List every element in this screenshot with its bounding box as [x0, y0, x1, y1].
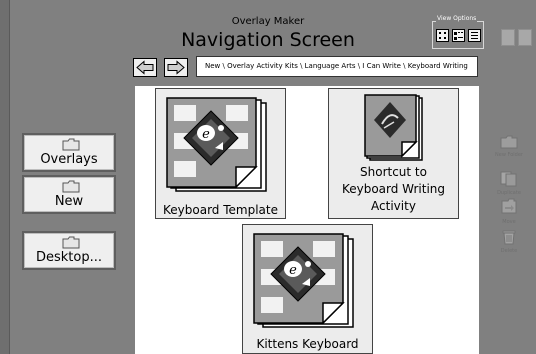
shortcut-label-line1: Shortcut to	[360, 165, 427, 179]
svg-text:e: e	[289, 263, 297, 278]
desktop-button-label: Desktop...	[35, 250, 102, 265]
large-icons-icon	[454, 32, 463, 40]
new-button-label: New	[54, 194, 84, 209]
view-options-label: View Options	[436, 15, 478, 22]
new-button[interactable]: New	[22, 175, 116, 214]
duplicate-icon	[500, 171, 517, 187]
svg-text:e: e	[202, 127, 210, 142]
new-folder-tool[interactable]: New Folder	[486, 134, 532, 158]
shortcut-label-line3: Activity	[371, 199, 416, 213]
path-breadcrumb: New \ Overlay Activity Kits \ Language A…	[196, 56, 478, 77]
move-icon	[501, 198, 517, 214]
back-button[interactable]	[133, 58, 157, 77]
overlay-file-icon: e	[253, 233, 354, 328]
list-view-button[interactable]	[468, 29, 481, 42]
move-tool[interactable]: Move	[486, 198, 532, 225]
kittens-keyboard-item[interactable]: e Kittens Keyboard	[242, 224, 373, 354]
window-control-right[interactable]	[518, 29, 532, 46]
overlays-button-label: Overlays	[40, 152, 98, 167]
move-label: Move	[502, 219, 516, 225]
file-browser-area: e Keyboard Template Shortcut to Keyboard…	[135, 86, 479, 354]
keyboard-template-label: Keyboard Template	[163, 203, 278, 217]
overlays-button[interactable]: Overlays	[22, 133, 116, 172]
new-folder-label: New Folder	[495, 152, 523, 158]
folder-icon	[62, 180, 80, 193]
window-control-left[interactable]	[501, 29, 515, 46]
right-arrow-icon	[167, 60, 185, 75]
small-icons-icon	[439, 32, 446, 39]
folder-icon	[62, 138, 80, 151]
list-icon	[471, 32, 478, 39]
trash-icon	[502, 230, 516, 245]
duplicate-tool[interactable]: Duplicate	[486, 170, 532, 196]
shortcut-keyboard-writing-item[interactable]: Shortcut to Keyboard Writing Activity	[328, 88, 459, 219]
desktop-button[interactable]: Desktop...	[22, 231, 116, 270]
window-edge	[0, 0, 10, 354]
large-icons-view-button[interactable]	[452, 29, 465, 42]
overlay-file-icon: e	[166, 97, 267, 192]
delete-label: Delete	[500, 248, 518, 254]
small-icons-view-button[interactable]	[436, 29, 449, 42]
view-options-group: View Options	[432, 15, 484, 49]
navigation-screen: Overlay Maker Navigation Screen View Opt…	[0, 0, 536, 354]
shortcut-label-line2: Keyboard Writing	[341, 182, 446, 196]
keyboard-template-item[interactable]: e Keyboard Template	[155, 88, 286, 219]
shortcut-file-icon	[364, 94, 423, 161]
duplicate-label: Duplicate	[497, 190, 521, 196]
forward-button[interactable]	[164, 58, 188, 77]
delete-tool[interactable]: Delete	[486, 228, 532, 254]
folder-icon	[62, 236, 80, 249]
kittens-keyboard-label: Kittens Keyboard	[256, 337, 359, 351]
new-folder-icon	[500, 135, 518, 149]
left-arrow-icon	[136, 60, 154, 75]
